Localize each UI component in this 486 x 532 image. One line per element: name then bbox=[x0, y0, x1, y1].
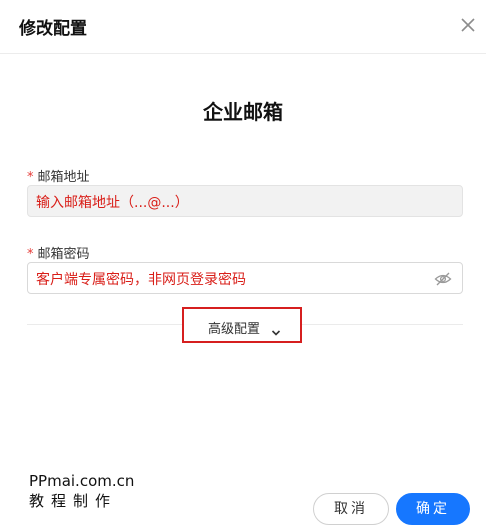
advanced-config-button[interactable]: 高级配置 bbox=[182, 307, 302, 343]
email-password-label-text: 邮箱密码 bbox=[37, 247, 90, 262]
email-password-placeholder: 客户端专属密码，非网页登录密码 bbox=[36, 272, 246, 288]
email-address-label-text: 邮箱地址 bbox=[37, 170, 90, 185]
close-icon[interactable] bbox=[456, 13, 480, 37]
dialog-title: 修改配置 bbox=[19, 19, 87, 39]
advanced-config-label: 高级配置 bbox=[208, 322, 261, 337]
watermark-caption: 教程制作 bbox=[29, 492, 118, 510]
required-mark: * bbox=[27, 170, 34, 185]
chevron-down-icon bbox=[271, 322, 281, 336]
eye-slash-icon[interactable] bbox=[434, 271, 452, 287]
email-address-input[interactable]: 输入邮箱地址（...@...） bbox=[27, 185, 463, 217]
dialog-header: 修改配置 bbox=[0, 0, 486, 54]
section-title: 企业邮箱 bbox=[203, 100, 283, 124]
required-mark: * bbox=[27, 247, 34, 262]
email-password-label: * 邮箱密码 bbox=[27, 243, 90, 262]
email-address-label: * 邮箱地址 bbox=[27, 166, 90, 185]
email-address-placeholder: 输入邮箱地址（...@...） bbox=[36, 195, 189, 211]
email-password-input[interactable]: 客户端专属密码，非网页登录密码 bbox=[27, 262, 463, 294]
watermark-site: PPmai.com.cn bbox=[29, 472, 135, 490]
ok-button[interactable]: 确定 bbox=[396, 493, 470, 525]
cancel-button[interactable]: 取消 bbox=[313, 493, 389, 525]
